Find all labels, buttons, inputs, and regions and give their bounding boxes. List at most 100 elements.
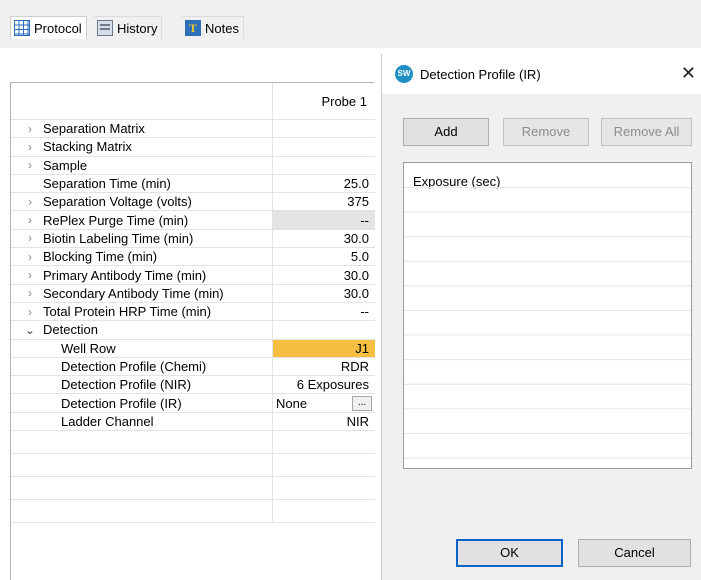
row-name-cell: › Sample (11, 157, 272, 174)
row-value: 30.0 (343, 230, 369, 246)
row-value: 6 Exposures (296, 377, 369, 393)
row-label: Blocking Time (min) (43, 249, 158, 265)
grid-header: Probe 1 (11, 83, 375, 120)
row-value-cell[interactable] (272, 156, 375, 174)
table-row[interactable]: › RePlex Purge Time (min) -- (11, 211, 375, 230)
chevron-down-icon[interactable]: ⌄ (23, 323, 37, 337)
row-name-cell: › Separation Voltage (volts) (11, 193, 272, 210)
row-value-cell[interactable]: -- (272, 302, 375, 321)
row-label: Detection Profile (NIR) (61, 377, 192, 393)
row-name-cell: › Biotin Labeling Time (min) (11, 230, 272, 247)
row-label: Primary Antibody Time (min) (43, 267, 207, 283)
row-name-cell: › Primary Antibody Time (min) (11, 266, 272, 283)
app-logo-icon: SW (395, 65, 413, 83)
chevron-right-icon[interactable]: › (23, 231, 37, 245)
column-header-probe-1[interactable]: Probe 1 (272, 83, 375, 120)
row-name-cell: ⌄ Detection (11, 321, 272, 338)
row-value: J1 (355, 340, 369, 356)
row-value: -- (360, 212, 369, 228)
chevron-right-icon[interactable]: › (23, 268, 37, 282)
table-row[interactable]: Detection Profile (Chemi) RDR (11, 357, 375, 377)
row-value: 30.0 (343, 285, 369, 301)
row-value-cell[interactable]: NIR (272, 412, 375, 431)
row-value-cell[interactable] (272, 138, 375, 156)
table-row[interactable]: › Blocking Time (min) 5.0 (11, 248, 375, 267)
tab-history[interactable]: History (94, 16, 163, 39)
empty-row (11, 431, 375, 455)
table-row[interactable]: › Sample (11, 156, 375, 175)
add-button[interactable]: Add (403, 118, 489, 146)
row-name-cell: › Separation Matrix (11, 120, 272, 137)
chevron-right-icon[interactable]: › (23, 158, 37, 172)
table-row[interactable]: › Stacking Matrix (11, 138, 375, 157)
row-value-cell[interactable]: 30.0 (272, 284, 375, 302)
table-row[interactable]: › Separation Matrix (11, 120, 375, 139)
row-value: -- (360, 304, 369, 320)
row-value-cell[interactable]: 5.0 (272, 248, 375, 266)
row-name-cell: Detection Profile (IR) (11, 394, 272, 411)
row-label: Separation Time (min) (43, 176, 171, 192)
row-name-cell: Separation Time (min) (11, 175, 272, 192)
chevron-right-icon[interactable]: › (23, 305, 37, 319)
row-value-cell[interactable]: -- (272, 211, 375, 229)
row-label: Detection Profile (Chemi) (61, 359, 207, 374)
remove-button[interactable]: Remove (503, 118, 589, 146)
chevron-right-icon[interactable]: › (23, 122, 37, 136)
chevron-right-icon[interactable]: › (23, 286, 37, 300)
empty-row (11, 500, 375, 524)
row-value-cell[interactable]: J1 (272, 339, 375, 357)
table-row[interactable]: Detection Profile (IR) None... (11, 394, 375, 413)
table-row[interactable]: Separation Time (min) 25.0 (11, 174, 375, 194)
notes-icon: T (185, 20, 201, 36)
exposure-list-rows (404, 187, 691, 467)
row-value-cell[interactable]: 6 Exposures (272, 376, 375, 394)
cancel-button[interactable]: Cancel (578, 539, 691, 567)
ellipsis-button[interactable]: ... (352, 395, 372, 411)
table-row[interactable]: Well Row J1 (11, 339, 375, 358)
table-row[interactable]: › Total Protein HRP Time (min) -- (11, 302, 375, 322)
table-row[interactable]: Ladder Channel NIR (11, 412, 375, 432)
table-row[interactable]: › Primary Antibody Time (min) 30.0 (11, 266, 375, 285)
empty-cell (272, 431, 375, 454)
row-label: Sample (43, 157, 88, 173)
row-label: Secondary Antibody Time (min) (43, 285, 224, 301)
empty-row (11, 477, 375, 501)
exposure-list[interactable]: Exposure (sec) (403, 162, 692, 469)
remove-all-button[interactable]: Remove All (601, 118, 692, 146)
row-value: 30.0 (343, 267, 369, 283)
row-value-cell[interactable]: 375 (272, 193, 375, 211)
row-name-cell: › Secondary Antibody Time (min) (11, 285, 272, 302)
table-row[interactable]: › Biotin Labeling Time (min) 30.0 (11, 229, 375, 249)
chevron-right-icon[interactable]: › (23, 195, 37, 209)
close-icon[interactable]: ✕ (681, 63, 696, 83)
row-value-cell[interactable]: 30.0 (272, 266, 375, 284)
empty-row (11, 454, 375, 478)
chevron-right-icon[interactable]: › (23, 213, 37, 227)
protocol-grid: Probe 1 › Separation Matrix › Stacking Matr… (10, 82, 375, 580)
row-value-cell[interactable]: RDR (272, 357, 375, 376)
row-value-cell[interactable]: None... (272, 394, 375, 412)
tab-protocol[interactable]: Protocol (10, 16, 87, 39)
ok-button[interactable]: OK (456, 539, 563, 567)
grid-icon (14, 20, 30, 36)
row-value: NIR (346, 413, 369, 429)
table-row[interactable]: › Separation Voltage (volts) 375 (11, 193, 375, 212)
row-name-cell: Ladder Channel (11, 413, 272, 430)
dialog-title: Detection Profile (IR) (420, 66, 541, 82)
table-row[interactable]: › Secondary Antibody Time (min) 30.0 (11, 284, 375, 303)
row-value-cell[interactable] (272, 321, 375, 339)
tab-notes[interactable]: T Notes (182, 16, 244, 39)
table-row[interactable]: ⌄ Detection (11, 321, 375, 340)
row-label: Stacking Matrix (43, 139, 132, 155)
chevron-right-icon[interactable]: › (23, 250, 37, 264)
table-row[interactable]: Detection Profile (NIR) 6 Exposures (11, 376, 375, 395)
row-value-cell[interactable]: 25.0 (272, 174, 375, 193)
empty-cell (11, 500, 272, 522)
row-value-cell[interactable]: 30.0 (272, 229, 375, 248)
chevron-right-icon[interactable]: › (23, 140, 37, 154)
row-label: Ladder Channel (61, 413, 154, 429)
row-name-cell: › RePlex Purge Time (min) (11, 211, 272, 228)
tab-protocol-label: Protocol (34, 20, 82, 36)
row-value-cell[interactable] (272, 120, 375, 138)
row-name-cell: Detection Profile (Chemi) (11, 358, 272, 375)
